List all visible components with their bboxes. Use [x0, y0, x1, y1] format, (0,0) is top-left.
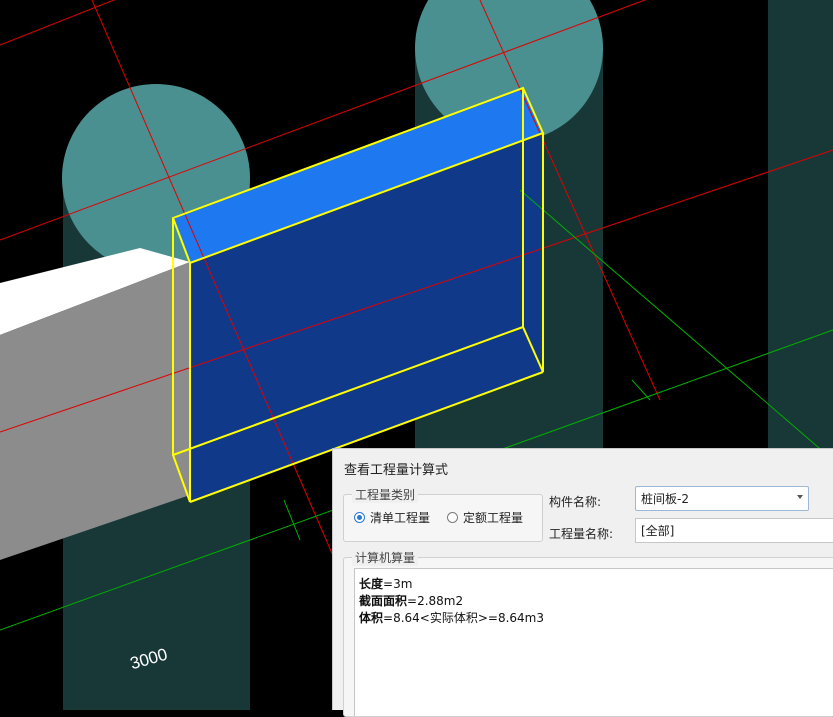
radio-quota-quantity-label: 定额工程量 [463, 511, 524, 525]
dialog-title: 查看工程量计算式 [344, 463, 449, 478]
component-name-value: 桩间板-2 [641, 492, 689, 506]
computer-calc-legend: 计算机算量 [352, 549, 419, 566]
radio-unchecked-icon [447, 512, 458, 523]
radio-bill-quantity[interactable]: 清单工程量 [354, 509, 430, 526]
quantity-name-value: [全部] [641, 524, 675, 538]
quantity-type-legend: 工程量类别 [352, 486, 419, 503]
component-name-select[interactable]: 桩间板-2 [635, 486, 809, 511]
calc-line-length: 长度=3m [359, 577, 413, 591]
calc-line-volume: 体积=8.64<实际体积>=8.64m3 [359, 611, 544, 625]
radio-quota-quantity[interactable]: 定额工程量 [447, 509, 523, 526]
chevron-down-icon [797, 495, 803, 499]
calc-line-section-area: 截面面积=2.88m2 [359, 594, 464, 608]
quantity-name-field[interactable]: [全部] [635, 518, 833, 543]
quantity-type-group: 工程量类别 清单工程量 定额工程量 [343, 486, 543, 542]
computer-calc-group: 计算机算量 长度=3m 截面面积=2.88m2 体积=8.64<实际体积>=8.… [343, 549, 833, 717]
calc-formula-dialog: 查看工程量计算式 工程量类别 清单工程量 定额工程量 构件名称: 桩间板-2 工… [332, 448, 833, 717]
radio-bill-quantity-label: 清单工程量 [370, 511, 431, 525]
component-name-label: 构件名称: [549, 495, 602, 509]
radio-checked-icon [354, 512, 365, 523]
quantity-name-label: 工程量名称: [549, 527, 614, 541]
calc-formula-text[interactable]: 长度=3m 截面面积=2.88m2 体积=8.64<实际体积>=8.64m3 [354, 568, 833, 716]
